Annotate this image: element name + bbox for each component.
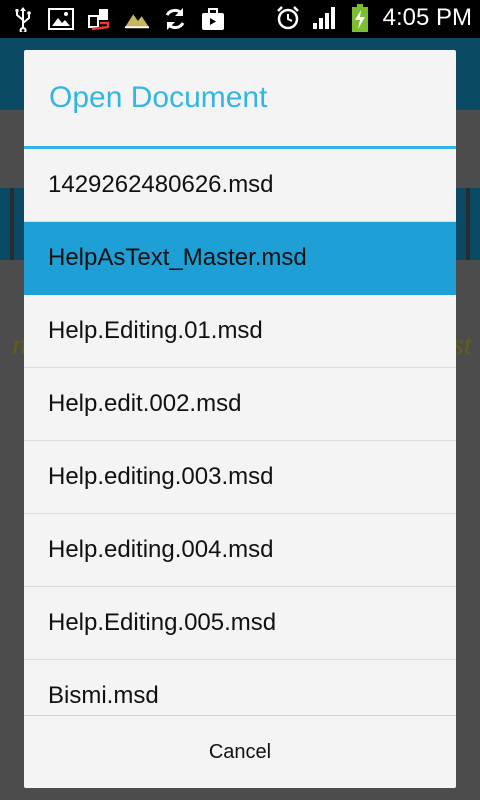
clock: 4:05 PM [382, 4, 472, 31]
cancel-button[interactable]: Cancel [209, 741, 271, 764]
file-item-selected[interactable]: HelpAsText_Master.msd [24, 222, 456, 295]
signal-icon [311, 5, 337, 31]
file-item[interactable]: Help.Editing.01.msd [24, 295, 456, 368]
file-item[interactable]: Help.editing.004.msd [24, 514, 456, 587]
landscape-icon [124, 6, 150, 32]
sync-icon [162, 6, 188, 32]
file-item[interactable]: Bismi.msd [24, 660, 456, 715]
status-bar: 4:05 PM [0, 0, 480, 38]
system-status: 4:05 PM [275, 4, 472, 32]
usb-icon [10, 6, 36, 32]
image-icon [48, 6, 74, 32]
file-item[interactable]: Help.edit.002.msd [24, 368, 456, 441]
battery-charging-icon [347, 4, 373, 32]
alarm-icon [275, 5, 301, 31]
background-tab-separator [466, 188, 470, 260]
file-list[interactable]: 1429262480626.msd HelpAsText_Master.msd … [24, 149, 456, 715]
file-item[interactable]: Help.Editing.005.msd [24, 587, 456, 660]
dialog-title: Open Document [49, 81, 268, 114]
file-item[interactable]: Help.editing.003.msd [24, 441, 456, 514]
notification-icons [10, 6, 226, 32]
dialog-footer: Cancel [24, 715, 456, 788]
open-document-dialog: Open Document 1429262480626.msd HelpAsTe… [24, 50, 456, 788]
briefcase-icon [200, 6, 226, 32]
data-transfer-icon [86, 6, 112, 32]
background-tab-separator [10, 188, 14, 260]
file-item[interactable]: 1429262480626.msd [24, 149, 456, 222]
